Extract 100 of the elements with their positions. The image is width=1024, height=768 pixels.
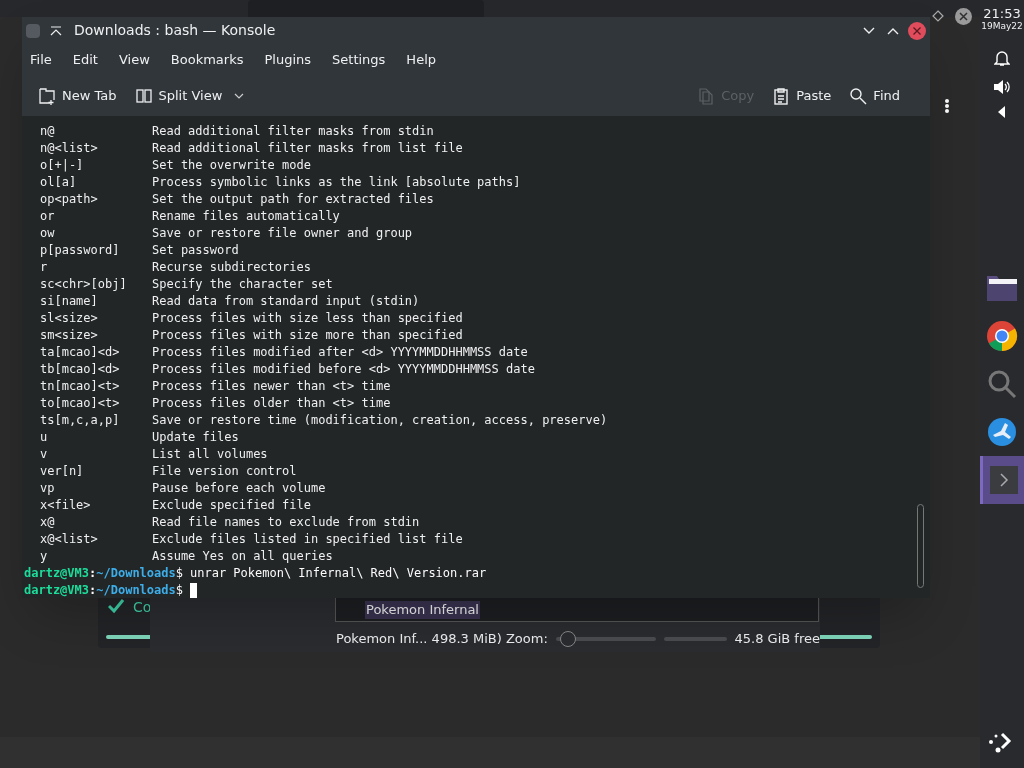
bell-icon[interactable] — [994, 50, 1010, 67]
option-name: p[password] — [40, 242, 121, 259]
status-label: Co — [133, 598, 152, 617]
prompt-dollar: $ — [175, 582, 183, 598]
option-name: ts[m,c,a,p] — [40, 412, 121, 429]
command-text: unrar Pokemon\ Infernal\ Red\ Version.rar — [190, 565, 487, 582]
menu-item[interactable]: Help — [406, 50, 436, 70]
menu-item[interactable]: File — [30, 50, 52, 70]
option-description: Read file names to exclude from stdin — [152, 514, 420, 531]
option-description: Process symbolic links as the link [absolute paths] — [152, 174, 521, 191]
close-icon[interactable] — [908, 21, 926, 40]
option-name: tb[mcao]<d> — [40, 361, 121, 378]
prompt-user: dartz@VM3 — [24, 582, 90, 598]
option-description: Read additional filter masks from stdin — [152, 123, 434, 140]
option-name: tn[mcao]<t> — [40, 378, 121, 395]
option-name: vp — [40, 480, 56, 497]
option-description: Set the overwrite mode — [152, 157, 311, 174]
option-description: Pause before each volume — [152, 480, 326, 497]
option-description: Save or restore time (modification, creation, access, preserve) — [152, 412, 608, 429]
option-name: n@<list> — [40, 140, 99, 157]
option-description: Set password — [152, 242, 239, 259]
terminal-view[interactable] — [22, 116, 930, 598]
option-name: u — [40, 429, 49, 446]
option-description: Process files modified before <d> YYYYMMDDHHMMSS date — [152, 361, 535, 378]
option-name: x<file> — [40, 497, 92, 514]
option-name: o[+|-] — [40, 157, 85, 174]
minimize-icon[interactable] — [863, 26, 875, 35]
dots-arrow-icon[interactable] — [988, 730, 1014, 754]
option-name: to[mcao]<t> — [40, 395, 121, 412]
menu-item[interactable]: View — [118, 50, 150, 70]
split-view-button[interactable]: Split View — [132, 86, 247, 106]
option-name: si[name] — [40, 293, 99, 310]
terminal-icon — [989, 466, 1018, 494]
clipboard-icon — [772, 87, 791, 105]
option-description: List all volumes — [152, 446, 268, 463]
maximize-icon[interactable] — [887, 26, 899, 35]
option-name: ver[n] — [40, 463, 85, 480]
option-name: ta[mcao]<d> — [40, 344, 121, 361]
clock-time: 21:53 — [983, 6, 1021, 21]
option-name: y — [40, 548, 49, 565]
option-description: Process files with size less than specified — [152, 310, 463, 327]
option-name: op<path> — [40, 191, 99, 208]
find-button[interactable]: Find — [847, 86, 902, 106]
option-name: sl<size> — [40, 310, 99, 327]
option-description: Recurse subdirectories — [152, 259, 311, 276]
prompt-user: dartz@VM3 — [24, 565, 90, 582]
paste-button[interactable]: Paste — [770, 86, 834, 106]
option-description: Process files modified after <d> YYYYMMDDHHMMSS date — [152, 344, 528, 361]
slider-handle[interactable] — [560, 630, 577, 647]
option-description: Specify the character set — [152, 276, 333, 293]
copy-icon — [697, 87, 716, 105]
list-item[interactable]: Pokemon Infernal — [365, 601, 480, 619]
option-name: or — [40, 208, 56, 225]
option-description: Rename files automatically — [152, 208, 340, 225]
bird-icon — [987, 417, 1017, 447]
speaker-icon[interactable] — [993, 79, 1011, 95]
option-name: x@<list> — [40, 531, 99, 548]
search-icon — [987, 369, 1017, 399]
search-icon — [849, 87, 868, 105]
check-icon — [108, 599, 124, 613]
option-description: Assume Yes on all queries — [152, 548, 333, 565]
menu-item[interactable]: Plugins — [264, 50, 312, 70]
free-space-text: 45.8 GiB free — [734, 630, 820, 648]
option-name: r — [40, 259, 49, 276]
keep-above-icon[interactable] — [50, 25, 62, 36]
browser-icon — [986, 320, 1018, 352]
option-name: sc<chr>[obj] — [40, 276, 128, 293]
menu-item[interactable]: Settings — [332, 50, 386, 70]
clock-date: 19May22 — [981, 21, 1023, 32]
status-text: Pokemon Inf... 498.3 MiB) Zoom: — [336, 630, 548, 648]
zoom-slider[interactable] — [555, 630, 657, 647]
menu-item[interactable]: Bookmarks — [170, 50, 244, 70]
option-description: Exclude files listed in specified list file — [152, 531, 463, 548]
option-description: Process files with size more than specified — [152, 327, 463, 344]
folder-icon — [986, 274, 1018, 302]
option-name: n@ — [40, 123, 56, 140]
option-description: Read data from standard input (stdin) — [152, 293, 420, 310]
option-description: Update files — [152, 429, 239, 446]
menu-dots-icon[interactable] — [945, 99, 949, 113]
new-tab-button[interactable]: New Tab — [36, 86, 119, 106]
diamond-icon — [932, 10, 944, 22]
menu-item[interactable]: Edit — [72, 50, 98, 70]
option-description: Exclude specified file — [152, 497, 311, 514]
option-name: x@ — [40, 514, 56, 531]
close-icon[interactable] — [955, 8, 972, 25]
prompt-dollar: $ — [175, 565, 183, 582]
prompt-path: ~/Downloads — [96, 565, 176, 582]
option-description: Process files newer than <t> time — [152, 378, 391, 395]
option-name: v — [40, 446, 49, 463]
option-name: ol[a] — [40, 174, 78, 191]
prompt-separator: : — [89, 565, 97, 582]
option-description: Read additional filter masks from list file — [152, 140, 463, 157]
option-description: Process files older than <t> time — [152, 395, 391, 412]
prompt-separator: : — [89, 582, 97, 598]
collapse-arrow-icon[interactable] — [998, 106, 1006, 118]
split-view-icon — [134, 87, 153, 105]
new-tab-icon — [38, 87, 56, 105]
option-name: sm<size> — [40, 327, 99, 344]
option-description: Set the output path for extracted files — [152, 191, 434, 208]
window-title: Downloads : bash — Konsole — [74, 21, 276, 40]
